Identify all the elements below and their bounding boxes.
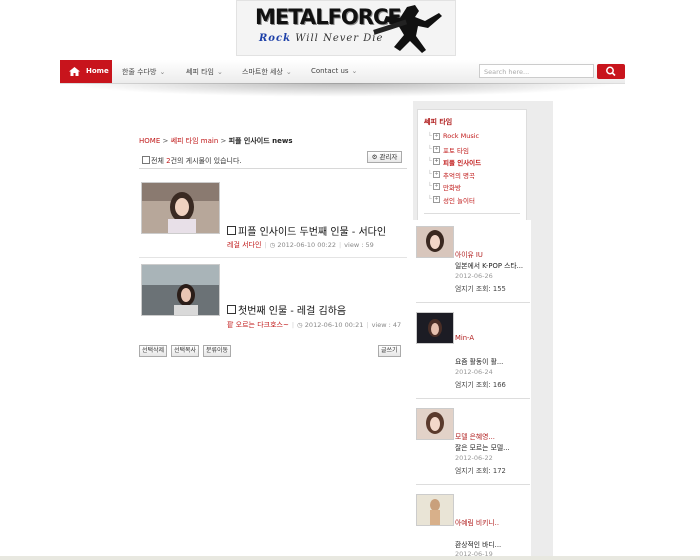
guitarist-silhouette-icon [373,5,442,53]
chevron-down-icon: ⌄ [351,67,358,75]
search-input[interactable]: Search here... [479,64,594,78]
breadcrumb: HOME > 쎄피 타임 main > 피플 인사이드 news [139,137,293,145]
nav-item-seppi-time[interactable]: 쎄피 타임 ⌄ [186,67,223,77]
category-item[interactable]: └ + 성인 놀이터 [428,195,481,208]
recent-post-item[interactable]: 아예림 비키니.. 환상적인 바디... 2012-06-19 [416,494,530,558]
recent-post-date: 2012-06-26 [455,272,493,280]
recent-post-thumbnail[interactable] [416,226,454,258]
post-meta: 레걸 서다인 | ◷ 2012-06-10 00:22 | view : 59 [227,241,374,249]
category-item[interactable]: └ + Rock Music [428,132,481,145]
recent-post-name[interactable]: Min-A [455,334,474,342]
recent-post-name[interactable]: 아이유 IU [455,249,483,259]
nav-home[interactable]: Home [60,60,112,83]
recent-post-text: 일본에서 K-POP 스타... [455,262,524,270]
recent-post-thumbnail[interactable] [416,312,454,344]
site-logo[interactable]: METALFORCE Rock Will Never Die [236,0,456,56]
category-item[interactable]: └ + 추억의 명곡 [428,170,481,183]
nav-item-chat[interactable]: 한줄 수다방 ⌄ [122,67,165,77]
recent-post-thumbnail[interactable] [416,408,454,440]
recent-post-item[interactable]: 아이유 IU 일본에서 K-POP 스타... 2012-06-26 엄지기 조… [416,226,530,296]
recent-post-text: 요즘 활동이 활... [455,358,504,366]
nav-home-label: Home [86,67,109,75]
search-button[interactable] [597,64,625,79]
post-count-bar: 전체 2건의 게시물이 있습니다. ⚙ 관리자 [139,150,407,169]
nav-item-smart-world[interactable]: 스마트한 세상 ⌄ [242,67,292,77]
category-title: 쎄피 타임 [424,118,453,126]
recent-post-date: 2012-06-22 [455,454,493,462]
recent-post-views: 엄지기 조회: 155 [455,285,506,293]
recent-post-text: 잘은 모르는 모델... [455,444,510,452]
recent-post-views: 엄지기 조회: 166 [455,381,506,389]
recent-post-item[interactable]: 모델 은혜영... 잘은 모르는 모델... 2012-06-22 엄지기 조회… [416,408,530,478]
post-count-text: 전체 2건의 게시물이 있습니다. [151,157,242,165]
nav-shadow [65,83,620,97]
search-icon [606,66,616,77]
clock-icon: ◷ [269,241,276,249]
recent-post-date: 2012-06-24 [455,368,493,376]
admin-button[interactable]: ⚙ 관리자 [367,151,402,163]
recent-post-text: 환상적인 바디... [455,541,502,549]
breadcrumb-section[interactable]: 쎄피 타임 main [171,137,219,145]
copy-selected-button[interactable]: 선택복사 [171,345,200,357]
post-thumbnail[interactable] [141,182,220,234]
recent-post-views: 엄지기 조회: 172 [455,467,506,475]
select-all-checkbox[interactable] [142,156,150,164]
post-meta: 팥 오르는 다크호스~ | ◷ 2012-06-10 00:21 | view : 47 [227,321,402,329]
nav-item-contact[interactable]: Contact us ⌄ [311,67,357,75]
chevron-down-icon: ⌄ [159,68,166,76]
checkbox[interactable] [227,226,236,235]
clock-icon: ◷ [297,321,303,329]
category-list: └ + Rock Music └ + 포토 타임 └ + 피플 인사이드 └ + 추억의 명곡 … [428,132,481,207]
recent-post-item[interactable]: Min-A 요즘 활동이 활... 2012-06-24 엄지기 조회: 166 [416,312,530,392]
delete-selected-button[interactable]: 선택삭제 [139,345,168,357]
chevron-down-icon: ⌄ [285,68,292,76]
post-title[interactable]: 첫번째 인물 - 레걸 김하음 [227,302,346,317]
category-item-active[interactable]: └ + 피플 인사이드 [428,157,481,170]
chevron-down-icon: ⌄ [217,68,223,76]
category-box: 쎄피 타임 └ + Rock Music └ + 포토 타임 └ + 피플 인사이드 └ + 추… [417,109,527,221]
breadcrumb-current: 피플 인사이드 news [228,137,293,145]
write-button[interactable]: 글쓰기 [378,345,401,357]
main-nav: Home 한줄 수다방 ⌄ 쎄피 타임 ⌄ 스마트한 세상 ⌄ Contact us ⌄… [60,60,625,84]
breadcrumb-home[interactable]: HOME [139,137,160,145]
checkbox[interactable] [227,305,236,314]
list-item[interactable]: 첫번째 인물 - 레걸 김하음 팥 오르는 다크호스~ | ◷ 2012-06-10… [139,262,407,334]
logo-slogan: Rock Will Never Die [259,33,384,44]
divider [139,257,407,258]
recent-post-name[interactable]: 모델 은혜영... [455,431,495,441]
move-category-button[interactable]: 분류이동 [203,345,232,357]
home-icon [69,67,80,76]
category-item[interactable]: └ + 만화방 [428,182,481,195]
post-thumbnail[interactable] [141,264,220,316]
recent-post-name[interactable]: 아예림 비키니.. [455,517,499,527]
post-title[interactable]: 피플 인사이드 두번째 인물 - 서다인 [227,223,386,238]
category-item[interactable]: └ + 포토 타임 [428,145,481,158]
list-item[interactable]: 피플 인사이드 두번째 인물 - 서다인 레걸 서다인 | ◷ 2012-06-10… [139,182,407,254]
recent-post-thumbnail[interactable] [416,494,454,526]
footer-edge [0,556,700,560]
